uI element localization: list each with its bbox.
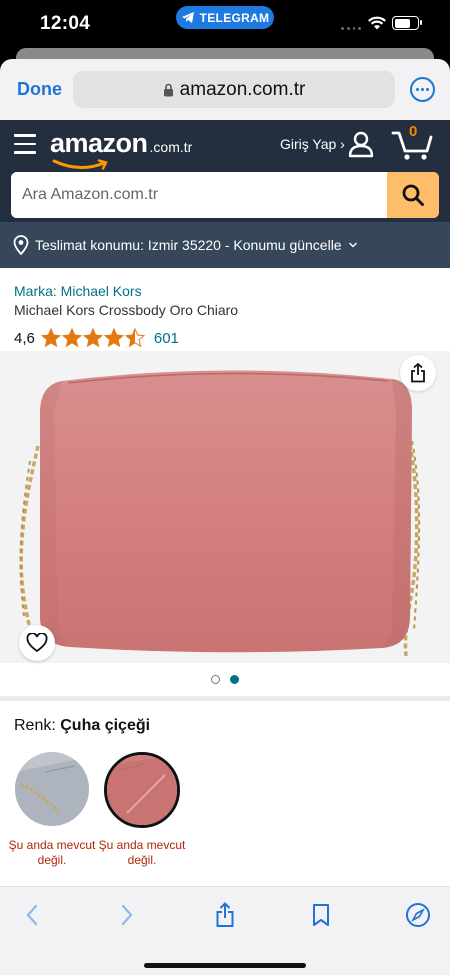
color-swatch-pink[interactable] — [104, 752, 180, 828]
star-rating — [40, 328, 145, 348]
share-icon — [411, 363, 425, 383]
amazon-logo[interactable]: amazon .com.tr — [50, 128, 193, 170]
swatch-caption-line2: değil. — [127, 853, 157, 867]
share-icon — [216, 902, 234, 927]
star-icon — [61, 328, 82, 348]
bookmarks-icon — [313, 904, 329, 926]
star-icon — [40, 328, 61, 348]
brand-link[interactable]: Marka: Michael Kors — [14, 283, 142, 299]
star-icon — [103, 328, 124, 348]
more-icon[interactable] — [410, 77, 435, 102]
color-swatch-grey[interactable] — [15, 752, 89, 826]
swatch-caption-line2: değil. — [37, 853, 67, 867]
share-button[interactable] — [400, 355, 436, 391]
swatch-caption-line1: Şu anda mevcut — [8, 838, 96, 852]
browser-bottom-toolbar — [0, 886, 450, 975]
rating-row[interactable]: 4,6 601 — [14, 328, 179, 348]
status-time: 12:04 — [40, 13, 91, 34]
search-box — [11, 172, 439, 218]
menu-icon[interactable] — [14, 134, 36, 160]
chevron-down-icon — [348, 242, 357, 248]
tabs-compass-button[interactable] — [403, 901, 433, 929]
color-label-prefix: Renk: — [14, 717, 56, 734]
back-button[interactable] — [17, 901, 47, 929]
telegram-icon — [181, 12, 194, 23]
signal-dots — [341, 27, 361, 31]
user-icon[interactable] — [347, 130, 375, 158]
pager-dot[interactable] — [211, 675, 220, 684]
product-image — [19, 370, 421, 657]
pager-dot-active[interactable] — [230, 675, 239, 684]
search-button[interactable] — [387, 172, 439, 218]
wifi-icon — [368, 16, 386, 30]
url-bar[interactable]: amazon.com.tr — [73, 71, 395, 108]
bookmarks-button[interactable] — [306, 901, 336, 929]
share-page-button[interactable] — [210, 901, 240, 929]
search-input[interactable] — [11, 172, 387, 218]
heart-icon — [26, 633, 48, 653]
battery-icon — [392, 16, 422, 30]
location-icon — [13, 235, 29, 255]
amazon-header: amazon.com.tr Giriş Yap › 0 Teslimat kon… — [0, 120, 450, 268]
selected-color-name: Çuha çiçeği — [60, 717, 151, 734]
status-bar: 12:04 TELEGRAM — [0, 0, 450, 48]
logo-word: amazon — [50, 128, 148, 158]
star-icon — [82, 328, 103, 348]
product-title: Michael Kors Crossbody Oro Chiaro — [14, 302, 239, 318]
star-icon — [124, 328, 145, 348]
forward-icon — [121, 904, 133, 926]
forward-button[interactable] — [112, 901, 142, 929]
image-pager[interactable] — [211, 675, 239, 684]
rating-value: 4,6 — [14, 329, 35, 347]
lock-icon — [163, 83, 173, 96]
swatch-caption-line1: Şu anda mevcut — [98, 838, 186, 852]
swatch-caption: Şu anda mevcut değil. — [2, 838, 102, 868]
cart-count-badge: 0 — [409, 123, 418, 140]
product-page: Marka: Michael Kors Michael Kors Crossbo… — [0, 268, 450, 886]
telegram-pill-label: TELEGRAM — [199, 10, 270, 25]
back-icon — [26, 904, 38, 926]
swatch-caption: Şu anda mevcut değil. — [92, 838, 192, 868]
delivery-location-bar[interactable]: Teslimat konumu: Izmir 35220 - Konumu gü… — [0, 222, 450, 268]
home-indicator — [144, 963, 306, 968]
done-button[interactable]: Done — [17, 79, 62, 100]
section-divider — [0, 696, 450, 701]
swatch-image — [15, 752, 89, 826]
favorite-button[interactable] — [19, 625, 55, 661]
swatch-image — [107, 755, 177, 825]
logo-tld: .com.tr — [149, 139, 193, 155]
search-icon — [402, 184, 424, 206]
rating-count-link[interactable]: 601 — [154, 330, 179, 347]
delivery-text: Teslimat konumu: Izmir 35220 - Konumu gü… — [35, 237, 342, 253]
color-label: Renk: Çuha çiçeği — [14, 717, 150, 735]
logo-smile-icon — [52, 159, 108, 170]
signin-link[interactable]: Giriş Yap › — [280, 136, 345, 152]
telegram-return-pill[interactable]: TELEGRAM — [176, 6, 274, 29]
compass-icon — [406, 903, 430, 927]
url-text: amazon.com.tr — [179, 78, 306, 100]
product-image-gallery[interactable] — [0, 351, 450, 663]
browser-top-bar: Done amazon.com.tr — [0, 59, 450, 120]
